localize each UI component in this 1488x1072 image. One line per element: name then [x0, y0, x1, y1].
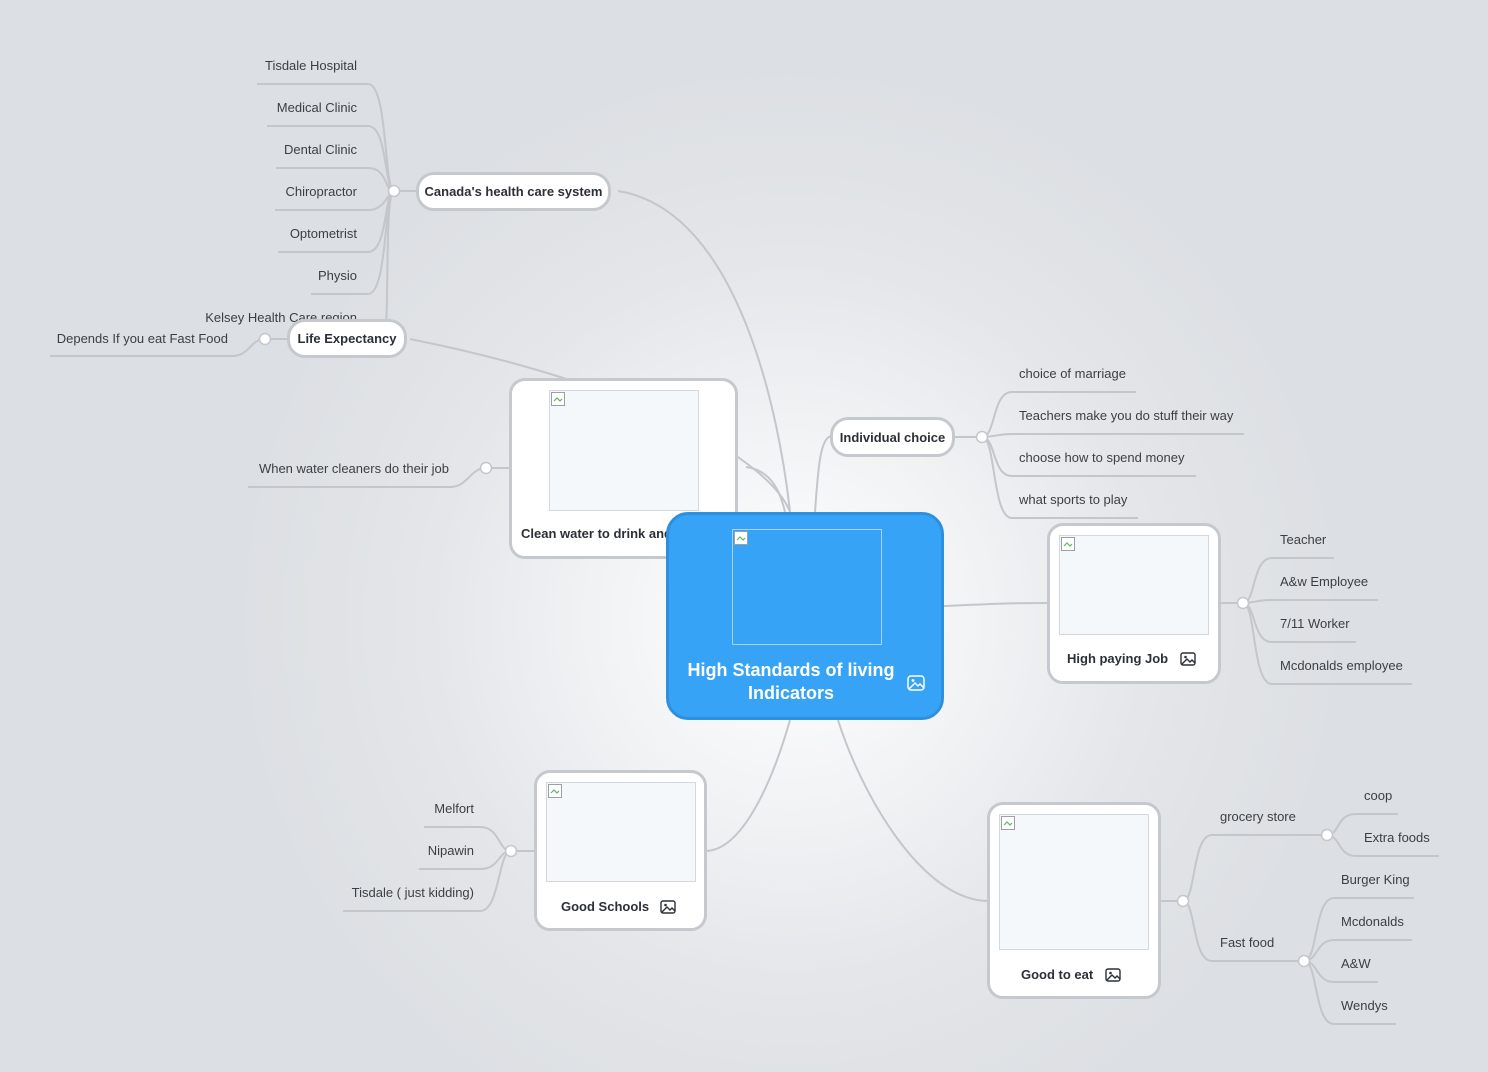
branch-node	[975, 430, 989, 444]
topic-good-schools[interactable]: Good Schools	[534, 770, 707, 931]
leaf-chiropractor[interactable]: Chiropractor	[240, 184, 357, 200]
broken-image-icon	[734, 531, 748, 545]
branch-node	[1297, 954, 1311, 968]
topic-image	[999, 814, 1149, 950]
leaf-dental-clinic[interactable]: Dental Clinic	[240, 142, 357, 158]
leaf-coop[interactable]: coop	[1364, 788, 1392, 804]
branch-node	[258, 332, 272, 346]
leaf-tisdale-hospital[interactable]: Tisdale Hospital	[240, 58, 357, 74]
subtopic-fast-food[interactable]: Fast food	[1220, 935, 1274, 951]
leaf-mcdonalds-employee[interactable]: Mcdonalds employee	[1280, 658, 1403, 674]
leaf-wendys[interactable]: Wendys	[1341, 998, 1388, 1014]
topic-health-care-label: Canada's health care system	[424, 184, 603, 199]
leaf-711-worker[interactable]: 7/11 Worker	[1280, 616, 1350, 632]
central-image	[732, 529, 882, 645]
image-icon[interactable]	[660, 900, 676, 914]
branch-node	[479, 461, 493, 475]
topic-life-expectancy[interactable]: Life Expectancy	[287, 319, 407, 358]
broken-image-icon	[548, 784, 562, 798]
subtopic-grocery-store[interactable]: grocery store	[1220, 809, 1296, 825]
leaf-teacher[interactable]: Teacher	[1280, 532, 1326, 548]
branch-node	[1176, 894, 1190, 908]
leaf-fast-food-depends[interactable]: Depends If you eat Fast Food	[40, 331, 228, 347]
image-icon[interactable]	[907, 675, 925, 691]
leaf-tisdale[interactable]: Tisdale ( just kidding)	[330, 885, 474, 901]
central-title: High Standards of living Indicators	[687, 660, 895, 703]
branch-node	[1236, 596, 1250, 610]
topic-individual-choice[interactable]: Individual choice	[830, 417, 955, 457]
topic-good-to-eat[interactable]: Good to eat	[987, 802, 1161, 999]
leaf-optometrist[interactable]: Optometrist	[240, 226, 357, 242]
image-icon[interactable]	[1105, 968, 1121, 982]
leaf-nipawin[interactable]: Nipawin	[380, 843, 474, 859]
topic-health-care[interactable]: Canada's health care system	[416, 172, 611, 211]
leaf-extra-foods[interactable]: Extra foods	[1364, 830, 1430, 846]
topic-good-to-eat-label: Good to eat	[1021, 967, 1094, 982]
leaf-aw[interactable]: A&W	[1341, 956, 1371, 972]
image-icon[interactable]	[1180, 652, 1196, 666]
topic-image	[549, 390, 699, 511]
broken-image-icon	[1001, 816, 1015, 830]
topic-life-expectancy-label: Life Expectancy	[297, 331, 397, 346]
leaf-physio[interactable]: Physio	[240, 268, 357, 284]
topic-high-paying-job-label: High paying Job	[1067, 651, 1169, 666]
broken-image-icon	[551, 392, 565, 406]
leaf-sports[interactable]: what sports to play	[1019, 492, 1127, 508]
topic-good-schools-label: Good Schools	[561, 899, 650, 914]
leaf-melfort[interactable]: Melfort	[380, 801, 474, 817]
topic-image	[1059, 535, 1209, 635]
leaf-spend-money[interactable]: choose how to spend money	[1019, 450, 1185, 466]
leaf-aw-employee[interactable]: A&w Employee	[1280, 574, 1368, 590]
topic-image	[546, 782, 696, 882]
branch-node	[387, 184, 401, 198]
leaf-medical-clinic[interactable]: Medical Clinic	[240, 100, 357, 116]
branch-node	[504, 844, 518, 858]
central-topic[interactable]: High Standards of living Indicators	[666, 512, 944, 720]
leaf-water-cleaners[interactable]: When water cleaners do their job	[240, 461, 449, 477]
branch-node	[1320, 828, 1334, 842]
leaf-mcdonalds[interactable]: Mcdonalds	[1341, 914, 1404, 930]
topic-individual-choice-label: Individual choice	[839, 429, 946, 445]
broken-image-icon	[1061, 537, 1075, 551]
leaf-choice-of-marriage[interactable]: choice of marriage	[1019, 366, 1126, 382]
leaf-teachers-make-you[interactable]: Teachers make you do stuff their way	[1019, 408, 1233, 424]
leaf-burger-king[interactable]: Burger King	[1341, 872, 1410, 888]
topic-high-paying-job[interactable]: High paying Job	[1047, 523, 1221, 684]
